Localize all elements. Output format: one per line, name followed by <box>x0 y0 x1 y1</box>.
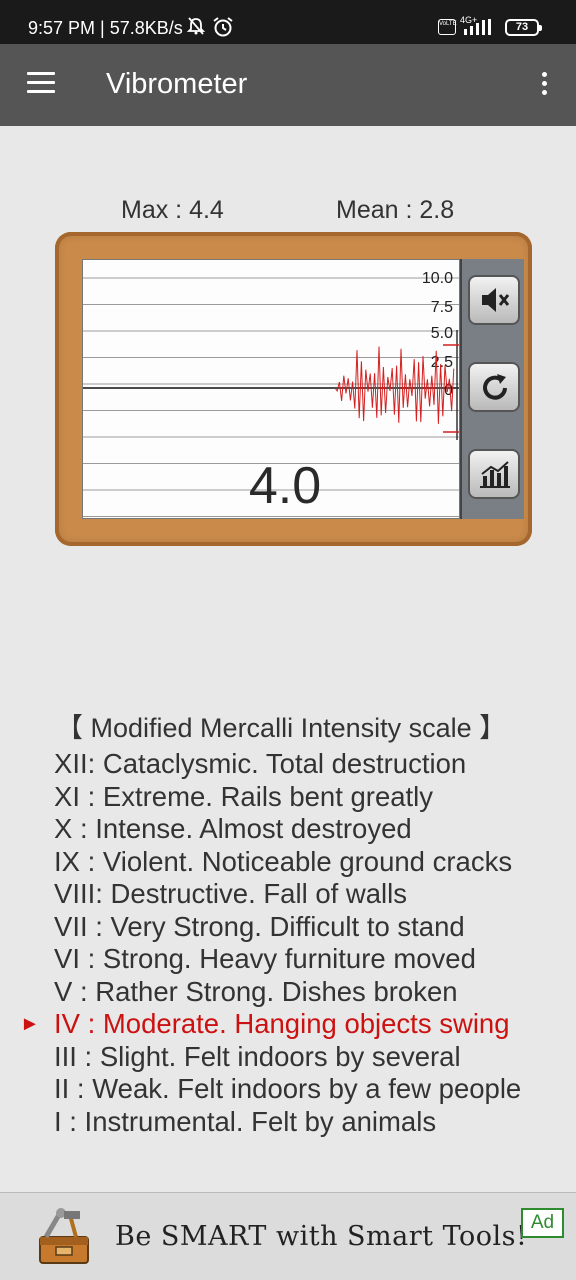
scale-item: VIII: Destructive. Fall of walls <box>54 878 408 909</box>
axis-label: 7.5 <box>431 299 453 316</box>
chart-icon <box>480 461 510 488</box>
axis-label: 5.0 <box>431 325 453 342</box>
mute-button[interactable] <box>468 275 520 325</box>
scale-item: VI : Strong. Heavy furniture moved <box>54 943 476 974</box>
status-bar: 9:57 PM | 57.8KB/s VoLTE 4G+ 73 <box>0 0 576 44</box>
scale-item: III : Slight. Felt indoors by several <box>54 1040 461 1072</box>
signal-icon <box>464 19 491 35</box>
ad-banner[interactable]: Be SMART with Smart Tools! Ad <box>0 1192 576 1280</box>
reset-icon <box>483 374 507 400</box>
app-title: Vibrometer <box>106 68 248 100</box>
mercalli-scale-list: XII: Cataclysmic. Total destruction XI : … <box>0 748 576 1138</box>
active-marker-icon: ► <box>20 1013 40 1035</box>
axis-label: 10.0 <box>422 270 453 287</box>
scale-item: XI : Extreme. Rails bent greatly <box>54 780 434 812</box>
toolbox-logo-icon <box>39 1208 89 1264</box>
chart-button[interactable] <box>468 449 520 499</box>
axis-label: 2.5 <box>431 354 453 371</box>
more-vert-icon[interactable] <box>538 72 550 98</box>
scale-item: XII: Cataclysmic. Total destruction <box>54 748 467 779</box>
reset-button[interactable] <box>468 362 520 412</box>
alarm-icon <box>213 17 233 37</box>
scale-item: V : Rather Strong. Dishes broken <box>54 975 458 1007</box>
app-toolbar: Vibrometer <box>0 44 576 126</box>
battery-icon: 73 <box>505 19 542 36</box>
seismic-trace <box>334 346 455 424</box>
seismograph-paper: 10.0 7.5 5.0 2.5 0 4.0 <box>82 259 460 519</box>
status-time: 9:57 PM | 57.8KB/s <box>28 18 183 38</box>
hamburger-menu-icon[interactable] <box>27 72 55 94</box>
mean-value: Mean : 2.8 <box>336 196 455 224</box>
scale-item: I : Instrumental. Felt by animals <box>54 1105 437 1137</box>
scale-item: ► IV : Moderate. Hanging objects swing <box>20 1008 510 1039</box>
bell-off-icon <box>186 17 206 35</box>
volte-icon: VoLTE <box>438 19 457 35</box>
scale-title: 【 Modified Mercalli Intensity scale 】 <box>56 713 507 743</box>
scale-item: IX : Violent. Noticeable ground cracks <box>54 845 513 877</box>
control-strip <box>460 259 524 519</box>
ad-badge: Ad <box>521 1208 564 1238</box>
scale-item: X : Intense. Almost destroyed <box>54 813 412 844</box>
mute-icon <box>482 288 510 312</box>
ad-text: Be SMART with Smart Tools! <box>115 1221 528 1252</box>
max-value: Max : 4.4 <box>121 196 224 224</box>
scale-item: VII : Very Strong. Difficult to stand <box>54 910 465 942</box>
current-reading: 4.0 <box>248 457 322 515</box>
scale-item: II : Weak. Felt indoors by a few people <box>54 1073 522 1104</box>
